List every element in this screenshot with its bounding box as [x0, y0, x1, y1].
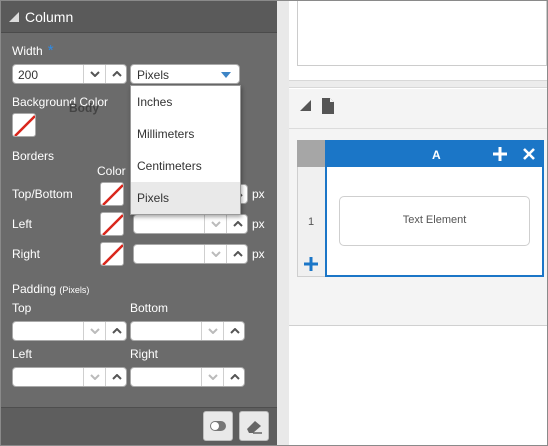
increment-icon[interactable]	[223, 368, 245, 386]
text-element-label: Text Element	[402, 214, 467, 226]
panel-header[interactable]: Column	[1, 1, 277, 33]
padding-left-label: Left	[12, 347, 33, 361]
padding-left-input[interactable]	[12, 367, 127, 387]
borders-label: Borders	[12, 149, 55, 163]
padding-top-input[interactable]	[12, 321, 127, 341]
column-a-label: A	[432, 148, 441, 162]
padding-label-note: (Pixels)	[59, 285, 90, 295]
eraser-icon	[247, 421, 262, 434]
increment-icon[interactable]	[226, 245, 248, 263]
decrement-icon[interactable]	[204, 245, 226, 263]
column-properties-panel: Column Width * 200 Pixels Background Colo…	[1, 1, 277, 445]
width-unit-select[interactable]: Pixels	[130, 64, 240, 84]
canvas-gutter	[277, 1, 289, 445]
decrement-icon[interactable]	[83, 368, 105, 386]
padding-bottom-input[interactable]	[130, 321, 245, 341]
grid-corner-header	[297, 140, 326, 167]
decrement-icon[interactable]	[201, 322, 223, 340]
background-color-swatch[interactable]	[12, 113, 36, 137]
column-a-block[interactable]: A Text Element	[325, 140, 544, 277]
plus-icon[interactable]	[493, 147, 507, 161]
panel-bottom-toolbar	[1, 407, 277, 445]
border-left-unit: px	[252, 217, 265, 231]
chevron-down-icon[interactable]	[221, 72, 231, 78]
required-asterisk: *	[47, 42, 54, 59]
panel-title: Column	[25, 9, 74, 25]
increment-icon[interactable]	[105, 368, 127, 386]
padding-bottom-label: Bottom	[130, 301, 169, 315]
width-label: Width *	[12, 42, 54, 59]
border-right-width-input[interactable]	[133, 244, 248, 264]
increment-icon[interactable]	[226, 215, 248, 233]
borders-color-header: Color	[97, 164, 126, 178]
border-right-unit: px	[252, 247, 265, 261]
add-row-plus-icon[interactable]	[304, 257, 318, 271]
width-label-text: Width	[12, 44, 43, 58]
collapse-triangle-icon[interactable]	[300, 100, 312, 112]
increment-icon[interactable]	[105, 65, 127, 83]
border-right-label: Right	[12, 247, 41, 261]
no-color-icon	[102, 244, 123, 265]
unit-option-pixels[interactable]: Pixels	[131, 182, 240, 214]
header-section-box[interactable]	[297, 1, 547, 66]
no-color-icon	[14, 115, 35, 136]
border-left-label: Left	[12, 217, 33, 231]
padding-right-input[interactable]	[130, 367, 245, 387]
collapse-triangle-icon[interactable]	[9, 12, 19, 22]
border-topbottom-label: Top/Bottom	[12, 187, 73, 201]
column-a-header[interactable]: A	[327, 142, 542, 167]
unit-option-inches[interactable]: Inches	[131, 86, 240, 118]
width-value: 200	[18, 68, 39, 82]
padding-right-label: Right	[130, 347, 159, 361]
body-section-title: Body	[69, 101, 99, 115]
text-element[interactable]: Text Element	[339, 196, 530, 246]
padding-label-text: Padding	[12, 282, 57, 296]
row-number: 1	[308, 216, 315, 228]
decrement-icon[interactable]	[83, 65, 105, 83]
decrement-icon[interactable]	[201, 368, 223, 386]
increment-icon[interactable]	[105, 322, 127, 340]
section-separator	[289, 80, 547, 88]
decrement-icon[interactable]	[83, 322, 105, 340]
no-color-icon	[102, 184, 123, 205]
increment-icon[interactable]	[223, 322, 245, 340]
unit-option-millimeters[interactable]: Millimeters	[131, 118, 240, 150]
unit-option-centimeters[interactable]: Centimeters	[131, 150, 240, 182]
decrement-icon[interactable]	[204, 215, 226, 233]
padding-label: Padding (Pixels)	[12, 282, 89, 296]
border-topbottom-color-swatch[interactable]	[100, 182, 124, 206]
no-color-icon	[102, 214, 123, 235]
toggle-button[interactable]	[203, 411, 233, 441]
border-topbottom-unit: px	[252, 187, 265, 201]
unit-dropdown-list: Inches Millimeters Centimeters Pixels	[130, 85, 241, 215]
close-icon[interactable]	[523, 148, 535, 160]
toggle-icon	[210, 421, 226, 431]
border-left-color-swatch[interactable]	[100, 212, 124, 236]
padding-top-label: Top	[12, 301, 32, 315]
width-input[interactable]: 200	[12, 64, 127, 84]
border-right-color-swatch[interactable]	[100, 242, 124, 266]
border-left-width-input[interactable]	[133, 214, 248, 234]
page-icon	[322, 98, 334, 114]
eraser-button[interactable]	[239, 411, 269, 441]
width-unit-value: Pixels	[137, 68, 170, 82]
